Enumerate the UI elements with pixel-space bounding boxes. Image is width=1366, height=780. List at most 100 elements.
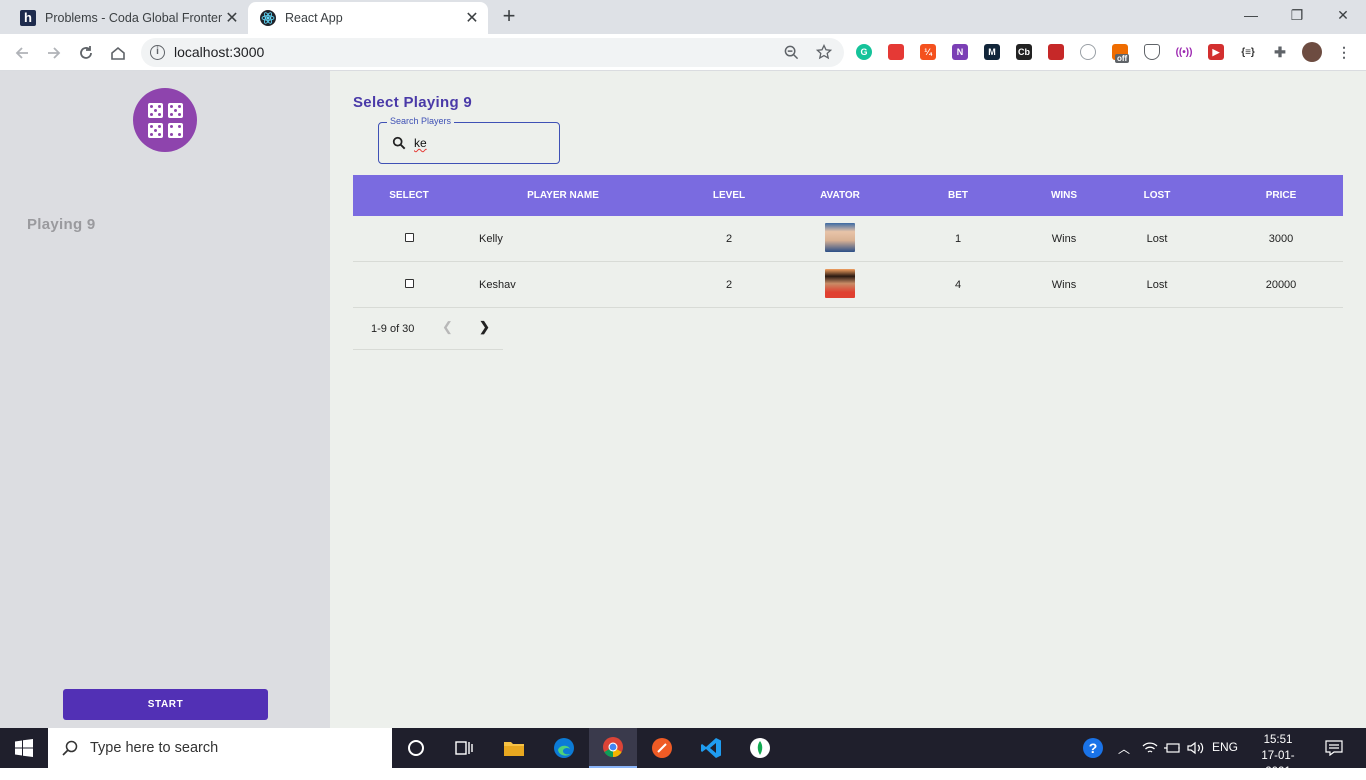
extensions-puzzle-icon[interactable]: ✚	[1272, 44, 1288, 60]
pocket-extension-icon[interactable]	[1144, 44, 1160, 60]
help-icon[interactable]: ?	[1081, 736, 1105, 760]
chevron-left-icon[interactable]: ❮	[442, 319, 453, 335]
restore-icon[interactable]: ❐	[1274, 0, 1320, 30]
extension-off-badge: off	[1115, 54, 1130, 63]
extension-icon[interactable]	[888, 44, 904, 60]
battery-plugged-icon[interactable]	[1160, 736, 1184, 760]
clock-time: 15:51	[1263, 734, 1293, 746]
sidebar: Playing 9 START	[0, 71, 330, 728]
row-select-cell	[353, 232, 465, 245]
extension-cb-icon[interactable]: Cb	[1016, 44, 1032, 60]
player-wins: Wins	[1051, 278, 1077, 291]
taskbar-clock[interactable]: 15:51 17-01-2021	[1256, 732, 1300, 780]
column-header-player-name[interactable]: PLAYER NAME	[465, 190, 661, 201]
search-icon	[62, 740, 78, 756]
task-view-icon[interactable]	[452, 736, 476, 760]
search-players-field[interactable]: Search Players ke	[378, 116, 560, 164]
zoom-icon[interactable]	[784, 45, 799, 60]
table-row: Kelly 2 1 Wins Lost 3000	[353, 216, 1343, 262]
column-header-lost[interactable]: LOST	[1095, 190, 1219, 201]
url-text[interactable]: localhost:3000	[174, 44, 264, 60]
start-button[interactable]: START	[63, 689, 268, 720]
chevron-right-icon[interactable]: ❯	[479, 319, 490, 335]
page-title: Select Playing 9	[353, 94, 473, 111]
column-header-select[interactable]: SELECT	[353, 190, 465, 201]
volume-icon[interactable]	[1184, 736, 1208, 760]
select-checkbox[interactable]	[404, 278, 414, 288]
taskbar-search-placeholder: Type here to search	[90, 740, 219, 756]
column-header-price[interactable]: PRICE	[1219, 190, 1343, 201]
hackerearth-favicon-icon: h	[20, 10, 36, 26]
row-select-cell	[353, 278, 465, 291]
clock-date: 17-01-2021	[1261, 750, 1295, 778]
notifications-icon[interactable]	[1322, 736, 1346, 760]
close-tab-icon[interactable]: ✕	[222, 8, 242, 28]
player-lost: Lost	[1146, 232, 1168, 245]
profile-avatar[interactable]	[1302, 42, 1322, 62]
extension-icon[interactable]: ▶	[1208, 44, 1224, 60]
column-header-bet[interactable]: BET	[883, 190, 1033, 201]
player-price: 3000	[1268, 232, 1294, 245]
player-level: 2	[725, 278, 733, 291]
extension-icon[interactable]	[1080, 44, 1096, 60]
browser-tab-problems[interactable]: h Problems - Coda Global Frontend ✕	[8, 2, 248, 34]
minimize-icon[interactable]: —	[1228, 0, 1274, 30]
onenote-extension-icon[interactable]: N	[952, 44, 968, 60]
player-level: 2	[725, 232, 733, 245]
extension-icon[interactable]	[1048, 44, 1064, 60]
select-checkbox[interactable]	[404, 232, 414, 242]
extension-icon[interactable]: ¼	[920, 44, 936, 60]
mongodb-compass-icon[interactable]	[748, 736, 772, 760]
extension-m-icon[interactable]: M	[984, 44, 1000, 60]
windows-start-icon[interactable]	[12, 736, 36, 760]
bookmark-star-icon[interactable]	[816, 44, 832, 60]
extension-off-icon[interactable]: off	[1112, 44, 1130, 63]
pagination-label: 1-9 of 30	[371, 323, 415, 335]
edge-browser-icon[interactable]	[552, 736, 576, 760]
new-tab-button[interactable]: +	[498, 5, 520, 28]
close-window-icon[interactable]: ✕	[1320, 0, 1366, 30]
forward-icon[interactable]	[42, 41, 66, 65]
chrome-taskbar-icon[interactable]	[589, 728, 637, 768]
column-header-avator[interactable]: AVATOR	[797, 190, 883, 201]
windows-taskbar: Type here to search ? ︿ ENG 15:51 17-01-…	[0, 728, 1366, 778]
react-logo-icon	[260, 10, 276, 26]
tab-title: Problems - Coda Global Frontend	[45, 11, 222, 25]
tab-title: React App	[285, 11, 343, 25]
browser-tab-strip: h Problems - Coda Global Frontend ✕ Reac…	[0, 0, 1366, 34]
search-label: Search Players	[387, 116, 455, 126]
player-lost: Lost	[1146, 278, 1168, 291]
player-name: Kelly	[479, 232, 503, 245]
player-wins: Wins	[1051, 232, 1077, 245]
file-explorer-icon[interactable]	[502, 736, 526, 760]
browser-tab-react-app[interactable]: React App ✕	[248, 2, 488, 34]
table-header: SELECT PLAYER NAME LEVEL AVATOR BET WINS…	[353, 175, 1343, 216]
browser-menu-icon[interactable]: ⋮	[1336, 44, 1352, 60]
table-row: Keshav 2 4 Wins Lost 20000	[353, 262, 1343, 308]
wifi-icon[interactable]	[1138, 736, 1162, 760]
extension-icon[interactable]: {≡}	[1240, 44, 1256, 60]
extension-icon[interactable]: ((•))	[1176, 44, 1192, 60]
close-tab-icon[interactable]: ✕	[462, 8, 482, 28]
avatar	[825, 222, 855, 252]
input-language[interactable]: ENG	[1212, 740, 1238, 754]
search-input[interactable]: ke	[414, 136, 427, 150]
site-info-icon[interactable]: i	[150, 45, 165, 60]
browser-toolbar: i localhost:3000 G ¼ N M Cb off ((•)) ▶ …	[0, 34, 1366, 71]
home-icon[interactable]	[106, 41, 130, 65]
cortana-icon[interactable]	[404, 736, 428, 760]
taskbar-search-box[interactable]: Type here to search	[48, 728, 392, 768]
address-bar[interactable]: i localhost:3000	[141, 38, 844, 67]
show-hidden-icons-chevron-up-icon[interactable]: ︿	[1112, 736, 1136, 760]
back-icon[interactable]	[10, 41, 34, 65]
svg-text:?: ?	[1089, 740, 1098, 756]
avatar-cell	[797, 222, 883, 255]
search-icon	[392, 136, 406, 150]
reload-icon[interactable]	[74, 41, 98, 65]
vscode-icon[interactable]	[699, 736, 723, 760]
grammarly-extension-icon[interactable]: G	[856, 44, 872, 60]
column-header-wins[interactable]: WINS	[1033, 190, 1095, 201]
player-bet: 4	[954, 278, 962, 291]
column-header-level[interactable]: LEVEL	[661, 190, 797, 201]
postman-icon[interactable]	[650, 736, 674, 760]
